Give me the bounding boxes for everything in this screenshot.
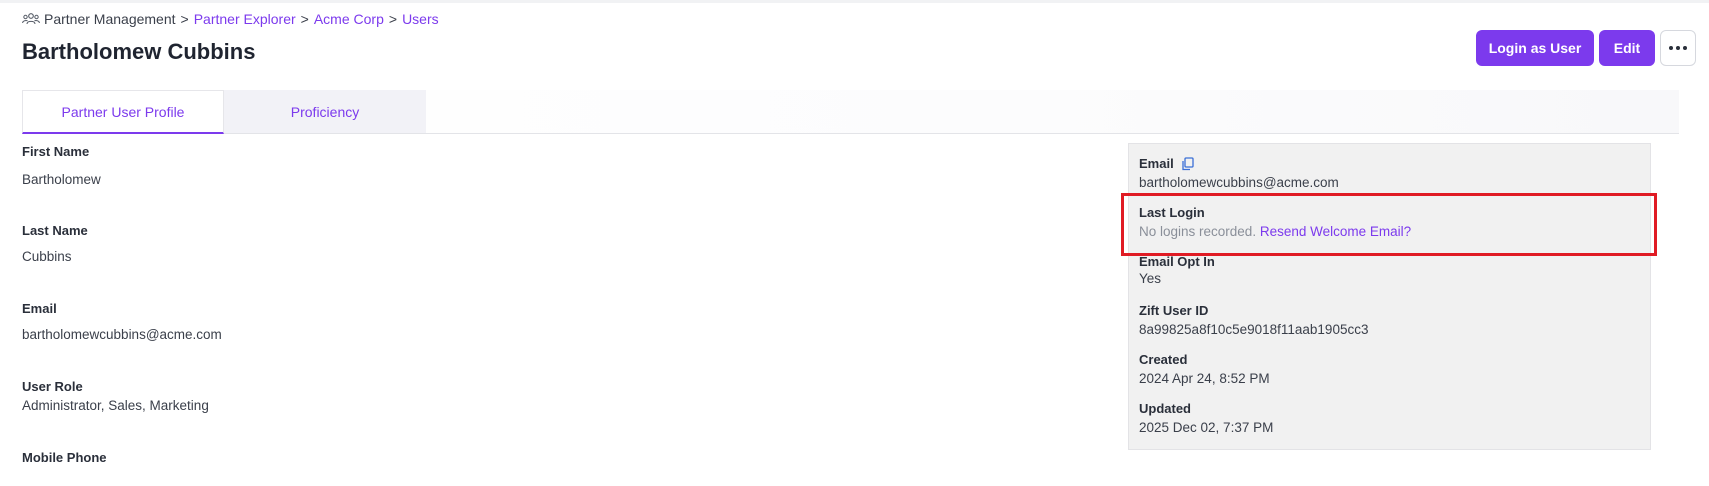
email-value: bartholomewcubbins@acme.com (22, 327, 222, 342)
first-name-label: First Name (22, 144, 90, 159)
updated-value: 2025 Dec 02, 7:37 PM (1139, 420, 1274, 435)
tab-bar: Partner User Profile Proficiency (22, 90, 1679, 134)
last-name-value: Cubbins (22, 249, 72, 264)
first-name-field: First Name Bartholomew (22, 144, 101, 187)
last-name-field: Last Name Cubbins (22, 223, 88, 264)
updated-label: Updated (1139, 401, 1191, 416)
info-email-label: Email (1139, 156, 1174, 171)
edit-button[interactable]: Edit (1599, 30, 1655, 66)
info-created: Created 2024 Apr 24, 8:52 PM (1139, 352, 1270, 386)
user-role-value: Administrator, Sales, Marketing (22, 398, 209, 413)
zift-user-id-label: Zift User ID (1139, 303, 1209, 318)
zift-user-id-value: 8a99825a8f10c5e9018f11aab1905cc3 (1139, 322, 1369, 337)
breadcrumb-separator: > (300, 11, 309, 27)
breadcrumb: Partner Management > Partner Explorer > … (22, 11, 439, 27)
page-title: Bartholomew Cubbins (22, 39, 256, 64)
top-shadow (0, 0, 1709, 3)
info-zift-user-id: Zift User ID 8a99825a8f10c5e9018f11aab19… (1139, 303, 1368, 337)
last-login-label: Last Login (1139, 205, 1205, 220)
users-group-icon (22, 13, 40, 25)
email-opt-in-value: Yes (1139, 271, 1162, 286)
info-last-login: Last Login No logins recorded. Resend We… (1139, 205, 1411, 239)
email-label: Email (22, 301, 57, 316)
user-role-label: User Role (22, 379, 83, 394)
last-login-value: No logins recorded. (1139, 224, 1257, 239)
breadcrumb-partner-management: Partner Management (44, 11, 176, 27)
resend-welcome-email-link[interactable]: Resend Welcome Email? (1260, 224, 1411, 239)
breadcrumb-partner-explorer[interactable]: Partner Explorer (194, 11, 296, 27)
info-email-value: bartholomewcubbins@acme.com (1139, 175, 1339, 190)
login-as-user-button[interactable]: Login as User (1476, 30, 1594, 66)
breadcrumb-acme-corp[interactable]: Acme Corp (314, 11, 384, 27)
created-label: Created (1139, 352, 1188, 367)
tab-partner-user-profile[interactable]: Partner User Profile (22, 90, 224, 134)
more-actions-button[interactable] (1660, 30, 1696, 66)
email-opt-in-label: Email Opt In (1139, 254, 1215, 269)
last-name-label: Last Name (22, 223, 88, 238)
info-email: Email bartholomewcubbins@acme.com (1139, 156, 1339, 190)
email-field: Email bartholomewcubbins@acme.com (22, 301, 222, 342)
mobile-phone-label: Mobile Phone (22, 450, 107, 465)
info-updated: Updated 2025 Dec 02, 7:37 PM (1139, 401, 1273, 435)
created-value: 2024 Apr 24, 8:52 PM (1139, 371, 1270, 386)
first-name-value: Bartholomew (22, 172, 101, 187)
breadcrumb-separator: > (388, 11, 398, 27)
more-horizontal-icon (1668, 46, 1689, 50)
breadcrumb-users[interactable]: Users (402, 11, 439, 27)
user-info-panel: Email bartholomewcubbins@acme.com Last L… (1128, 143, 1651, 450)
breadcrumb-separator: > (180, 11, 189, 27)
user-role-field: User Role Administrator, Sales, Marketin… (22, 379, 209, 413)
info-email-opt-in: Email Opt In Yes (1139, 254, 1215, 286)
copy-icon[interactable] (1181, 156, 1195, 171)
tab-proficiency[interactable]: Proficiency (224, 90, 426, 133)
mobile-phone-field: Mobile Phone (22, 450, 107, 465)
